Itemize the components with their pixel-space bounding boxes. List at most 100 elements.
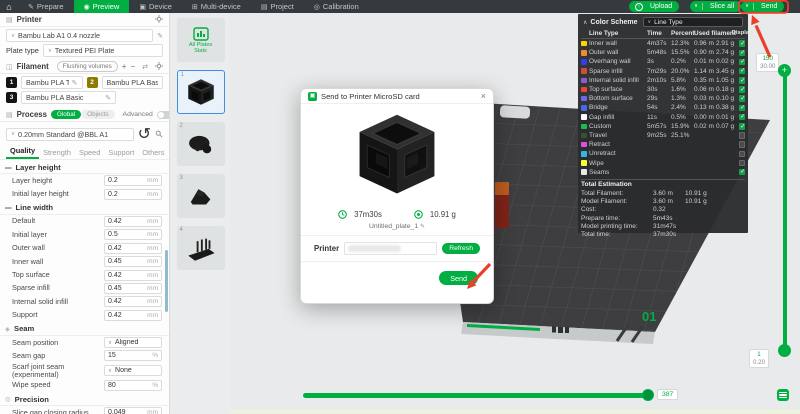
param-input[interactable]: 0.42mm	[104, 243, 162, 254]
advanced-toggle[interactable]	[157, 111, 170, 119]
display-checkbox[interactable]	[739, 68, 746, 75]
slice-all-button[interactable]: ∨ Slice all	[690, 1, 741, 12]
send-button[interactable]: ∨ Send	[741, 1, 784, 12]
param-row: Scarf joint seam (experimental) None	[0, 363, 169, 379]
param-input[interactable]: 0.42mm	[104, 310, 162, 321]
display-checkbox[interactable]	[739, 169, 746, 176]
display-checkbox[interactable]	[739, 114, 746, 121]
display-checkbox[interactable]	[739, 123, 746, 130]
tab-strength[interactable]: Strength	[39, 148, 75, 159]
filament-1-select[interactable]: Bambu PLA Tough✎	[21, 76, 83, 89]
reset-icon[interactable]: ↺	[138, 124, 151, 144]
add-filament-button[interactable]: +	[122, 63, 127, 71]
prime-tower-top	[495, 182, 509, 195]
process-objects-toggle[interactable]: Objects	[81, 110, 114, 119]
display-checkbox[interactable]	[739, 141, 746, 148]
param-input[interactable]: 0.2mm	[104, 175, 162, 186]
all-plates-stats-button[interactable]: All PlatesStats	[177, 18, 225, 62]
param-input[interactable]: 0.45mm	[104, 256, 162, 267]
gear-icon[interactable]	[155, 15, 163, 25]
tab-device[interactable]: ▣Device	[129, 0, 182, 13]
close-icon[interactable]: ×	[481, 92, 486, 101]
edit-plate-name-icon[interactable]: ✎	[420, 224, 425, 230]
dialog-send-button[interactable]: Send	[439, 271, 478, 285]
collapse-icon[interactable]: ∧	[583, 19, 587, 26]
display-checkbox[interactable]	[739, 151, 746, 158]
process-preset-select[interactable]: ∨ 0.20mm Standard @BBL A1	[6, 128, 134, 141]
search-icon[interactable]	[155, 125, 163, 143]
plate-thumbnail-3[interactable]: 3	[177, 174, 225, 218]
printer-select[interactable]: ∨ Bambu Lab A1 0.4 nozzle	[6, 29, 153, 42]
param-input[interactable]: 15%	[104, 350, 162, 361]
display-checkbox[interactable]	[739, 160, 746, 167]
dialog-title-bar: ▣ Send to Printer MicroSD card ×	[301, 89, 493, 104]
plate-thumbnail-2[interactable]: 2	[177, 122, 225, 166]
param-input[interactable]: 0.42mm	[104, 270, 162, 281]
home-button[interactable]: ⌂	[0, 0, 18, 13]
slider-settings-icon[interactable]	[777, 389, 789, 401]
swap-filament-icon[interactable]: ⇄	[142, 63, 148, 71]
display-checkbox[interactable]	[739, 50, 746, 57]
filament-1-chip[interactable]: 1	[6, 77, 17, 88]
param-input[interactable]: Aligned	[104, 337, 162, 348]
tab-others[interactable]: Others	[138, 148, 168, 159]
filament-3-chip[interactable]: 3	[6, 92, 17, 103]
edit-filament-icon[interactable]: ✎	[105, 94, 111, 102]
display-checkbox[interactable]	[739, 86, 746, 93]
tab-support[interactable]: Support	[104, 148, 138, 159]
chevron-down-icon[interactable]: ∨	[741, 3, 754, 10]
layer-slider-track[interactable]	[783, 70, 787, 352]
line-type-row: Bottom surface 29s 1.3% 0.03 m 0.10 g	[581, 94, 745, 103]
upload-button[interactable]: ↑ Upload	[629, 1, 679, 12]
line-type-row: Seams	[581, 168, 745, 177]
plate-thumbnail-1[interactable]: 1	[177, 70, 225, 114]
param-input[interactable]: 0.2mm	[104, 189, 162, 200]
line-type-select[interactable]: ∨ Line Type	[643, 17, 743, 27]
param-input[interactable]: 0.42mm	[104, 296, 162, 307]
remove-filament-button[interactable]: −	[130, 63, 135, 71]
display-checkbox[interactable]	[739, 95, 746, 102]
flushing-volumes-button[interactable]: Flushing volumes	[57, 61, 118, 72]
display-checkbox[interactable]	[739, 132, 746, 139]
tab-calibration[interactable]: ◎Calibration	[304, 0, 369, 13]
param-input[interactable]: 0.5mm	[104, 229, 162, 240]
filament-settings-gear-icon[interactable]	[155, 62, 163, 72]
printer-address-input[interactable]	[344, 242, 437, 255]
chevron-down-icon[interactable]: ∨	[690, 3, 703, 10]
edit-filament-icon[interactable]: ✎	[72, 79, 78, 87]
param-input[interactable]: 0.45mm	[104, 283, 162, 294]
tab-prepare[interactable]: ✎Prepare	[18, 0, 74, 13]
filament-3-select[interactable]: Bambu PLA Basic✎	[21, 91, 116, 104]
section-precision: ◎ Precision	[0, 393, 169, 406]
refresh-button[interactable]: Refresh	[442, 243, 480, 254]
sidebar-scrollbar[interactable]	[165, 250, 168, 312]
filament-2-chip[interactable]: 2	[87, 77, 98, 88]
edit-preset-icon[interactable]: ✎	[157, 32, 163, 40]
tab-speed[interactable]: Speed	[75, 148, 104, 159]
param-input[interactable]: 0.049mm	[104, 407, 162, 414]
step-slider-handle[interactable]	[642, 389, 654, 401]
step-slider-track[interactable]	[303, 393, 652, 398]
layer-slider-bottom-handle[interactable]	[778, 344, 791, 357]
display-checkbox[interactable]	[739, 105, 746, 112]
plate-type-select[interactable]: ∨ Textured PEI Plate	[43, 44, 163, 57]
process-global-toggle[interactable]: Global	[51, 110, 81, 119]
filament-2-select[interactable]: Bambu PLA Basic	[102, 76, 164, 89]
seam-icon: ◈	[5, 325, 10, 333]
param-input[interactable]: 80%	[104, 380, 162, 391]
filament-spool-icon	[414, 210, 423, 219]
tab-multi-device[interactable]: ⊞Multi-device	[182, 0, 251, 13]
plate-thumbnail-4[interactable]: 4	[177, 226, 225, 270]
line-type-row: Custom 5m57s 15.9% 0.02 m 0.07 g	[581, 122, 745, 131]
param-row: Default 0.42mm	[0, 215, 169, 228]
tab-project[interactable]: ▤Project	[251, 0, 304, 13]
display-checkbox[interactable]	[739, 40, 746, 47]
param-input[interactable]: None	[104, 365, 162, 376]
param-input[interactable]: 0.42mm	[104, 216, 162, 227]
display-checkbox[interactable]	[739, 77, 746, 84]
display-checkbox[interactable]	[739, 59, 746, 66]
tab-quality[interactable]: Quality	[6, 146, 39, 159]
layer-slider-top-handle[interactable]: +	[778, 64, 791, 77]
plate-3-model-preview	[184, 179, 218, 213]
tab-preview[interactable]: ◉Preview	[74, 0, 130, 13]
